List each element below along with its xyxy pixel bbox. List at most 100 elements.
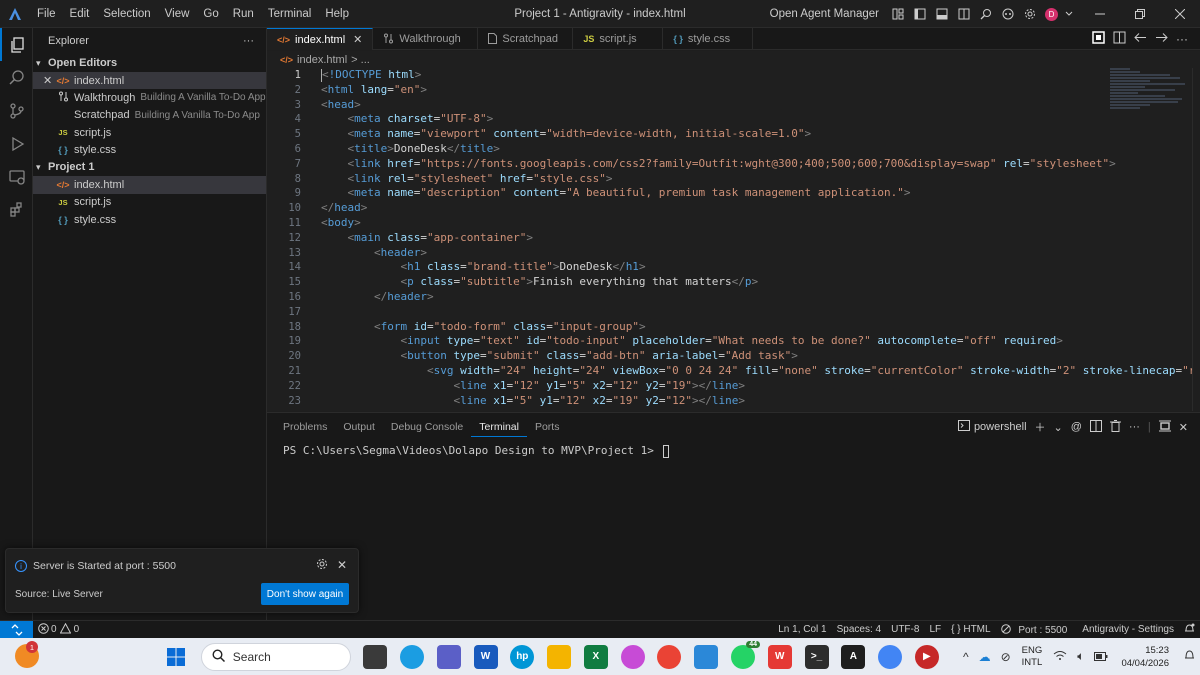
toggle-panel-icon[interactable] (933, 5, 951, 23)
hp-icon[interactable]: hp (510, 644, 535, 669)
settings-gear-icon[interactable] (1021, 5, 1039, 23)
extensions-icon[interactable] (0, 193, 33, 226)
shell-name[interactable]: powershell (974, 421, 1027, 433)
project-file-style-css[interactable]: { } style.css (33, 211, 266, 228)
minimap[interactable] (1110, 68, 1190, 128)
close-icon[interactable]: ✕ (353, 33, 362, 46)
menu-help[interactable]: Help (318, 0, 356, 28)
tab-output[interactable]: Output (335, 413, 383, 441)
toggle-sidebar-icon[interactable] (911, 5, 929, 23)
problems-indicator[interactable]: 0 0 (38, 622, 79, 637)
arrow-left-icon[interactable] (1134, 31, 1147, 47)
notifications-bell-icon[interactable] (1184, 649, 1195, 664)
menu-go[interactable]: Go (196, 0, 225, 28)
tab-index-html[interactable]: </> index.html ✕ (267, 28, 374, 50)
live-server-port[interactable]: Port : 5500 (1000, 623, 1073, 636)
antigravity-logo-icon[interactable] (0, 0, 30, 28)
chrome-icon[interactable] (657, 644, 682, 669)
remote-indicator-icon[interactable] (0, 620, 33, 639)
layout-grid-icon[interactable] (889, 5, 907, 23)
more-actions-icon[interactable]: ··· (243, 35, 254, 47)
menu-edit[interactable]: Edit (63, 0, 97, 28)
network-icon[interactable]: ⊘ (1001, 650, 1011, 664)
menu-terminal[interactable]: Terminal (261, 0, 318, 28)
language-indicator[interactable]: ENG INTL (1022, 645, 1043, 669)
project-file-script-js[interactable]: JS script.js (33, 194, 266, 211)
split-editor-icon[interactable] (1113, 31, 1126, 47)
menu-run[interactable]: Run (226, 0, 261, 28)
clock[interactable]: 15:23 04/04/2026 (1121, 644, 1169, 670)
menu-view[interactable]: View (158, 0, 197, 28)
restore-button[interactable] (1120, 0, 1160, 28)
edge-browser-icon[interactable] (399, 644, 424, 669)
file-explorer-icon[interactable] (547, 644, 572, 669)
excel-icon[interactable]: X (583, 644, 608, 669)
task-view-icon[interactable] (363, 644, 388, 669)
source-control-icon[interactable] (0, 94, 33, 127)
tab-scratchpad[interactable]: Scratchpad (478, 28, 574, 50)
menu-selection[interactable]: Selection (96, 0, 157, 28)
maximize-panel-icon[interactable] (1158, 420, 1171, 435)
run-debug-icon[interactable] (0, 127, 33, 160)
indentation[interactable]: Spaces: 4 (837, 624, 881, 635)
more-actions-icon[interactable]: ··· (1176, 32, 1188, 46)
copilot-icon[interactable] (620, 644, 645, 669)
explorer-files-icon[interactable] (0, 28, 33, 61)
terminal-app-icon[interactable]: >_ (804, 644, 829, 669)
windows-start-icon[interactable] (164, 645, 188, 669)
volume-icon[interactable]: 🔈︎ (1077, 649, 1084, 664)
antigravity-app-icon[interactable]: A (841, 644, 866, 669)
close-window-button[interactable] (1160, 0, 1200, 28)
open-editor-walkthrough[interactable]: Walkthrough Building A Vanilla To-Do App (33, 89, 266, 106)
search-icon[interactable] (0, 61, 33, 94)
word-icon[interactable]: W (473, 644, 498, 669)
menu-file[interactable]: File (30, 0, 63, 28)
more-actions-icon[interactable]: ··· (1129, 421, 1140, 433)
project-section[interactable]: ▾ Project 1 (33, 158, 266, 176)
open-editor-scratchpad[interactable]: Scratchpad Building A Vanilla To-Do App (33, 107, 266, 124)
toggle-secondary-sidebar-icon[interactable] (955, 5, 973, 23)
chevron-down-icon[interactable] (1060, 5, 1078, 23)
copilot-icon[interactable] (999, 5, 1017, 23)
notifications-bell-icon[interactable] (1184, 623, 1195, 637)
search-icon[interactable] (977, 5, 995, 23)
open-editor-style-css[interactable]: { } style.css (33, 141, 266, 158)
close-panel-icon[interactable]: ✕ (1179, 421, 1188, 434)
vertical-scrollbar[interactable] (1192, 68, 1200, 411)
gear-icon[interactable] (316, 558, 328, 573)
open-editor-script-js[interactable]: JS script.js (33, 124, 266, 141)
trash-icon[interactable] (1109, 419, 1121, 435)
close-icon[interactable]: ✕ (337, 558, 347, 572)
store-icon[interactable] (694, 644, 719, 669)
tab-ports[interactable]: Ports (527, 413, 568, 441)
tab-script-js[interactable]: JS script.js (573, 28, 664, 50)
split-terminal-icon[interactable] (1089, 419, 1102, 435)
tab-problems[interactable]: Problems (275, 413, 335, 441)
minimize-button[interactable] (1080, 0, 1120, 28)
new-terminal-icon[interactable]: ＋ (1035, 419, 1046, 435)
chevron-up-icon[interactable]: ^ (963, 650, 969, 664)
encoding[interactable]: UTF-8 (891, 624, 919, 635)
tab-walkthrough[interactable]: Walkthrough (373, 28, 479, 50)
open-agent-manager-button[interactable]: Open Agent Manager (770, 8, 879, 20)
terminal-output[interactable]: PS C:\Users\Segma\Videos\Dolapo Design t… (283, 444, 669, 458)
wps-office-icon[interactable]: W (767, 644, 792, 669)
wifi-icon[interactable] (1053, 650, 1067, 664)
breadcrumb-file[interactable]: index.html (297, 54, 347, 66)
teams-icon[interactable] (436, 644, 461, 669)
tab-style-css[interactable]: { } style.css (663, 28, 754, 50)
tab-terminal[interactable]: Terminal (471, 418, 527, 437)
code-editor[interactable]: 1 2 3 4 5 6 7 8 9 10 11 12 13 14 15 16 1… (267, 68, 1200, 411)
open-preview-icon[interactable] (1092, 30, 1105, 47)
whatsapp-icon[interactable]: 44 (730, 640, 760, 669)
arrow-right-icon[interactable] (1155, 31, 1168, 47)
launch-profile-icon[interactable]: @ (1071, 421, 1082, 433)
open-editor-index-html[interactable]: ✕ </> index.html (33, 72, 266, 90)
chevron-down-icon[interactable]: ⌄ (1054, 421, 1063, 434)
tab-debug-console[interactable]: Debug Console (383, 413, 471, 441)
project-file-index-html[interactable]: </> index.html (33, 176, 266, 194)
media-player-icon[interactable]: ▶ (914, 644, 939, 669)
breadcrumb-rest[interactable]: > ... (351, 54, 370, 66)
code-content[interactable]: <!DOCTYPE html> <html lang="en"> <head> <m… (321, 68, 1195, 408)
cursor-position[interactable]: Ln 1, Col 1 (778, 624, 826, 635)
